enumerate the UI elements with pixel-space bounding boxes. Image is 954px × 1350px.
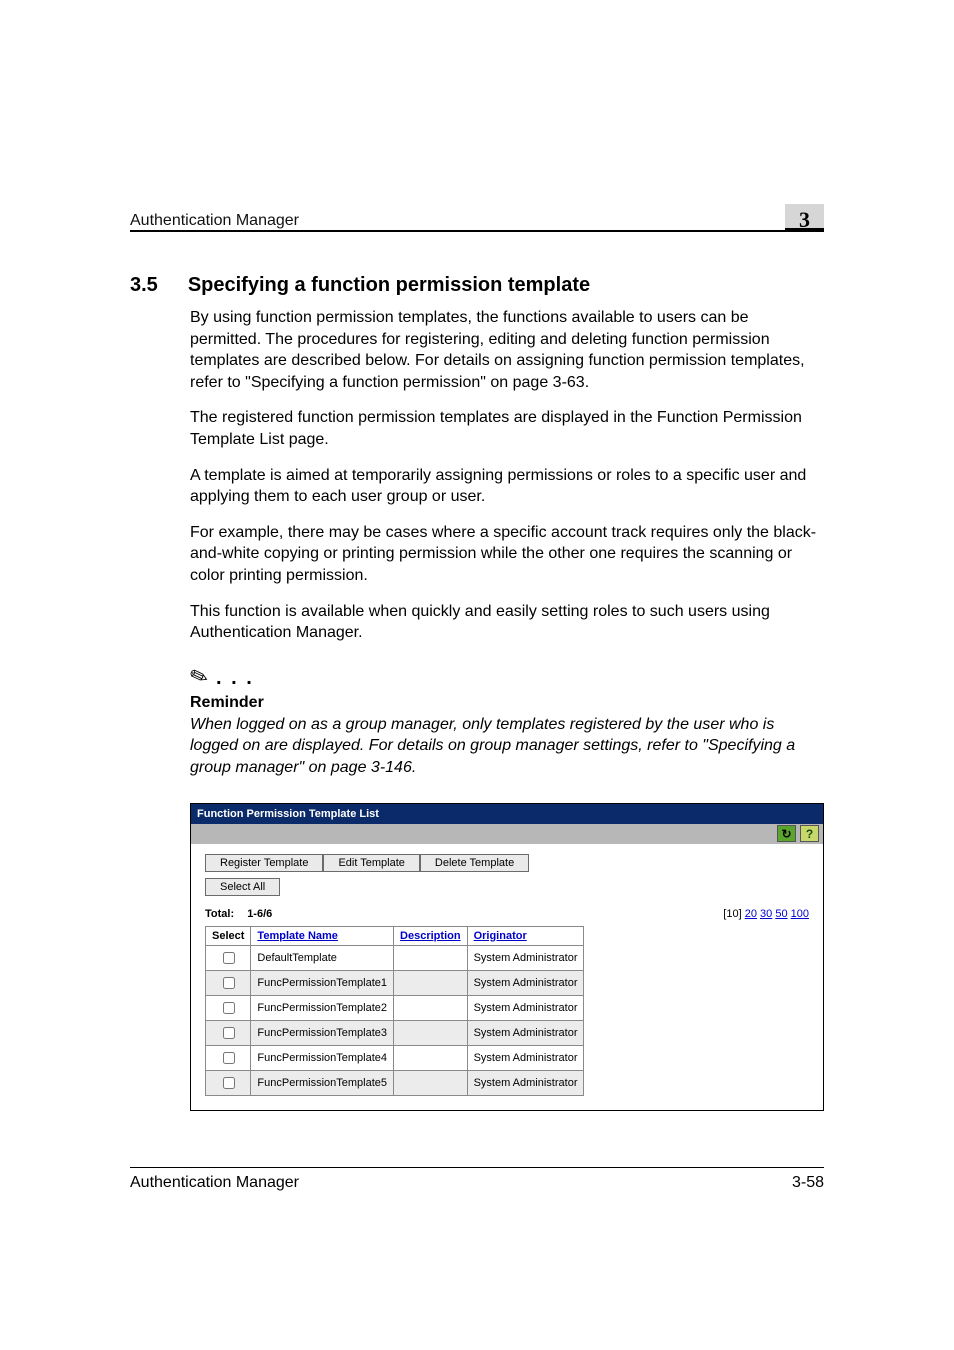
cell-originator: System Administrator (467, 1020, 584, 1045)
reminder-body: When logged on as a group manager, only … (190, 714, 824, 779)
table-row: DefaultTemplate System Administrator (206, 945, 584, 970)
refresh-icon[interactable]: ↻ (777, 825, 796, 842)
paragraph: This function is available when quickly … (190, 601, 824, 644)
chapter-number: 3 (799, 209, 810, 231)
row-checkbox[interactable] (223, 1002, 235, 1014)
reminder-heading: Reminder (190, 694, 824, 712)
row-checkbox[interactable] (223, 1052, 235, 1064)
cell-originator: System Administrator (467, 945, 584, 970)
table-row: FuncPermissionTemplate3 System Administr… (206, 1020, 584, 1045)
cell-description (394, 995, 468, 1020)
note-icon: ✎ . . . (190, 664, 824, 690)
table-row: FuncPermissionTemplate2 System Administr… (206, 995, 584, 1020)
running-header-title: Authentication Manager (130, 212, 299, 230)
table-row: FuncPermissionTemplate5 System Administr… (206, 1070, 584, 1095)
cell-description (394, 945, 468, 970)
table-row: FuncPermissionTemplate4 System Administr… (206, 1045, 584, 1070)
paragraph: A template is aimed at temporarily assig… (190, 465, 824, 508)
delete-template-button[interactable]: Delete Template (420, 854, 529, 872)
cell-description (394, 970, 468, 995)
section-title: Specifying a function permission templat… (188, 274, 590, 297)
pager-option[interactable]: 20 (745, 908, 757, 920)
footer-page: 3-58 (792, 1174, 824, 1192)
table-row: FuncPermissionTemplate1 System Administr… (206, 970, 584, 995)
section-number: 3.5 (130, 274, 158, 297)
cell-template-name: FuncPermissionTemplate4 (251, 1045, 394, 1070)
col-template-name[interactable]: Template Name (251, 926, 394, 945)
cell-description (394, 1020, 468, 1045)
pager-current: 10 (726, 908, 738, 920)
total-value: 1-6/6 (247, 908, 272, 920)
cell-description (394, 1045, 468, 1070)
cell-template-name: FuncPermissionTemplate3 (251, 1020, 394, 1045)
header-rule (130, 230, 824, 232)
cell-originator: System Administrator (467, 995, 584, 1020)
chapter-badge: 3 (785, 204, 824, 230)
edit-template-button[interactable]: Edit Template (323, 854, 419, 872)
pager-option[interactable]: 30 (760, 908, 772, 920)
pager-option[interactable]: 100 (791, 908, 809, 920)
template-list-panel: Function Permission Template List ↻ ? Re… (190, 803, 824, 1111)
help-icon[interactable]: ? (800, 825, 819, 842)
cell-originator: System Administrator (467, 1045, 584, 1070)
footer-rule (130, 1167, 824, 1168)
cell-template-name: FuncPermissionTemplate2 (251, 995, 394, 1020)
page-size-pager: [10] 20 30 50 100 (723, 908, 809, 920)
row-checkbox[interactable] (223, 1027, 235, 1039)
cell-template-name: DefaultTemplate (251, 945, 394, 970)
footer-title: Authentication Manager (130, 1174, 299, 1192)
panel-title: Function Permission Template List (191, 804, 823, 824)
paragraph: For example, there may be cases where a … (190, 522, 824, 587)
paragraph: By using function permission templates, … (190, 307, 824, 393)
select-all-button[interactable]: Select All (205, 878, 280, 896)
template-table: Select Template Name Description Origina… (205, 926, 584, 1096)
total-label: Total: (205, 908, 234, 920)
cell-template-name: FuncPermissionTemplate5 (251, 1070, 394, 1095)
row-checkbox[interactable] (223, 952, 235, 964)
cell-template-name: FuncPermissionTemplate1 (251, 970, 394, 995)
paragraph: The registered function permission templ… (190, 407, 824, 450)
row-checkbox[interactable] (223, 1077, 235, 1089)
pager-option[interactable]: 50 (775, 908, 787, 920)
cell-originator: System Administrator (467, 970, 584, 995)
cell-description (394, 1070, 468, 1095)
col-select: Select (206, 926, 251, 945)
col-description[interactable]: Description (394, 926, 468, 945)
cell-originator: System Administrator (467, 1070, 584, 1095)
register-template-button[interactable]: Register Template (205, 854, 323, 872)
row-checkbox[interactable] (223, 977, 235, 989)
col-originator[interactable]: Originator (467, 926, 584, 945)
